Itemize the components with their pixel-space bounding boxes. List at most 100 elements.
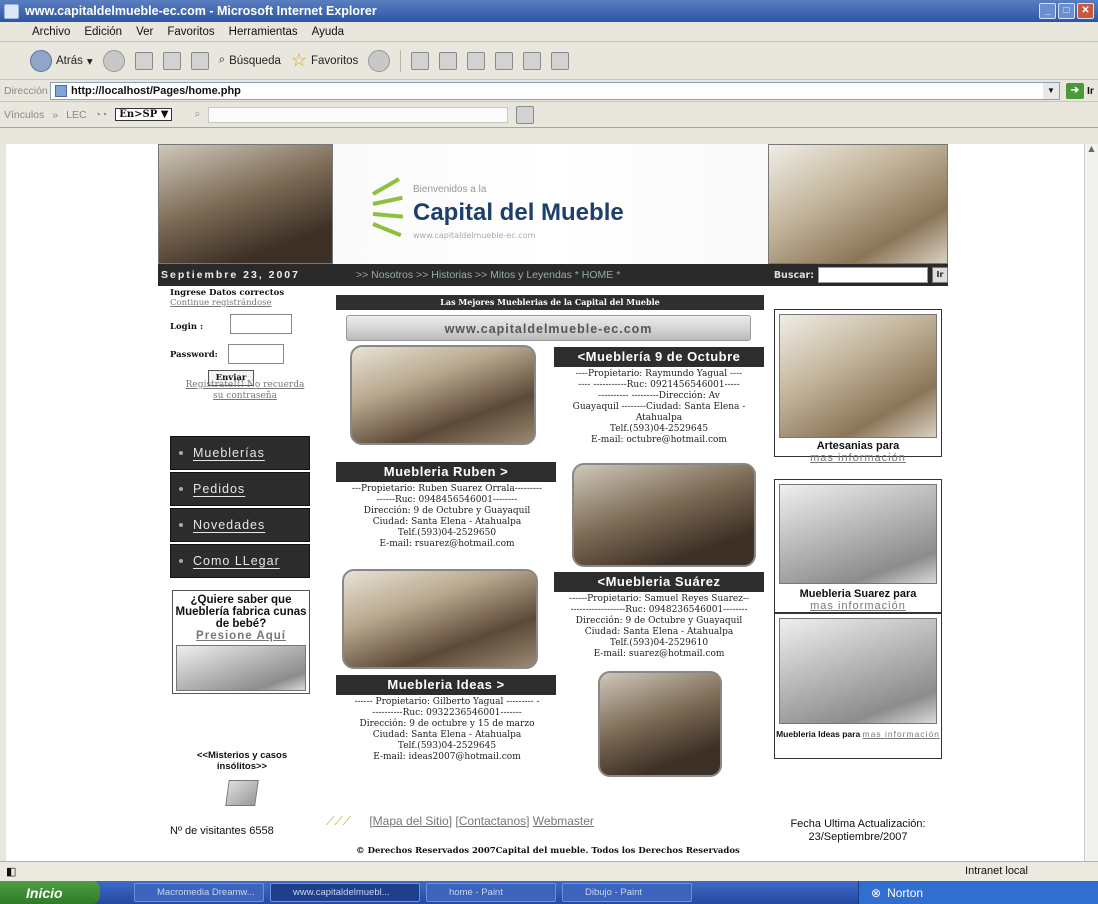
menu-archivo[interactable]: Archivo <box>32 26 70 38</box>
menu-mueblerias[interactable]: Mueblerías <box>170 436 310 470</box>
store-title-suarez[interactable]: <Muebleria Suárez <box>554 572 764 592</box>
norton-icon[interactable]: ⊗ <box>871 886 881 900</box>
system-tray: ⊗ Norton <box>858 881 1098 904</box>
site-search-input[interactable] <box>818 267 928 283</box>
promo-link[interactable]: mas información <box>810 452 906 464</box>
menu-novedades[interactable]: Novedades <box>170 508 310 542</box>
history-icon[interactable] <box>368 49 391 72</box>
login-input[interactable] <box>230 314 292 334</box>
forward-button[interactable] <box>102 49 125 72</box>
messenger-icon[interactable] <box>551 51 570 70</box>
menu-label: Pedidos <box>193 482 246 496</box>
links-chevron-icon[interactable]: » <box>52 109 58 121</box>
links-label: Vínculos <box>4 108 45 121</box>
task-paint-dibujo[interactable]: Dibujo - Paint <box>562 883 692 902</box>
site-search: Buscar: Ir <box>774 267 948 283</box>
right-column: Artesanias para mas información Muebleria… <box>774 309 944 759</box>
security-zone: Intranet local <box>965 865 1028 877</box>
menu-ver[interactable]: Ver <box>136 26 153 38</box>
info-line: Dirección: 9 de octubre y 15 de marzo <box>359 719 535 729</box>
promo-title: Muebleria Suarez para <box>799 588 917 600</box>
password-label: Password: <box>170 350 218 360</box>
promo-suarez[interactable]: Muebleria Suarez para mas información <box>774 479 942 613</box>
discuss-icon[interactable] <box>495 51 514 70</box>
misterios-box[interactable]: <<Misterios y casos insólitos>> <box>174 750 310 806</box>
toolbar-search-go-icon[interactable] <box>516 105 535 124</box>
promo-photo-ideas[interactable] <box>779 618 937 724</box>
mail-icon[interactable] <box>411 51 430 70</box>
stop-icon[interactable] <box>134 51 153 70</box>
task-dreamweaver[interactable]: Macromedia Dreamw... <box>134 883 264 902</box>
chevron-down-icon[interactable]: ▼ <box>1043 82 1059 99</box>
maximize-button[interactable]: □ <box>1058 3 1075 19</box>
task-paint-home[interactable]: home - Paint <box>426 883 556 902</box>
footer-link-webmaster[interactable]: Webmaster <box>533 814 594 828</box>
task-ie[interactable]: www.capitaldelmuebl... <box>270 883 420 902</box>
research-icon[interactable] <box>523 51 542 70</box>
info-line: ---------- ---------Dirección: Av <box>598 391 720 401</box>
store-photo-ruben[interactable] <box>572 463 756 567</box>
edit-icon[interactable] <box>467 51 486 70</box>
cunas-link[interactable]: Presione Aquí <box>173 630 309 642</box>
info-line: Ciudad: Santa Elena - Atahualpa <box>372 517 522 527</box>
store-photo-ideas[interactable] <box>598 671 722 777</box>
footer-link-contact[interactable]: Contactanos <box>459 814 526 828</box>
store-title-ruben[interactable]: Muebleria Ruben > <box>336 462 556 482</box>
promo-artesanias[interactable]: Artesanias para mas información <box>774 309 942 464</box>
translator-select[interactable]: En>SP ▼ <box>115 108 173 121</box>
store-title-octubre[interactable]: <Mueblería 9 de Octubre <box>554 347 764 367</box>
scroll-up-icon[interactable]: ▲ <box>1085 144 1098 153</box>
toolbar-search-input[interactable] <box>208 106 509 123</box>
window-title: www.capitaldelmueble-ec.com - Microsoft … <box>25 4 377 18</box>
password-input[interactable] <box>228 344 284 364</box>
search-button[interactable]: ⌕ Búsqueda <box>219 54 281 67</box>
info-line: Dirección: 9 de Octubre y Guayaquil <box>575 616 743 626</box>
continue-link[interactable]: Continue registrándose <box>170 298 320 308</box>
menu-herramientas[interactable]: Herramientas <box>229 26 298 38</box>
vertical-scrollbar[interactable]: ▲ <box>1084 144 1098 861</box>
glasses-icon: ◔◔ <box>94 108 108 121</box>
ie-icon <box>4 3 19 19</box>
menu-edicion[interactable]: Edición <box>84 26 122 38</box>
go-arrow-icon: ➔ <box>1066 82 1084 99</box>
site-logo: Bienvenidos a la Capital del Mueble www.… <box>372 174 703 244</box>
menu-favoritos[interactable]: Favoritos <box>167 26 214 38</box>
print-icon[interactable] <box>439 51 458 70</box>
favorites-button[interactable]: ☆ Favoritos <box>291 50 358 71</box>
address-label: Dirección <box>4 84 48 97</box>
menu-como-llegar[interactable]: Como LLegar <box>170 544 310 578</box>
nav-links[interactable]: >> Nosotros >> Historias >> Mitos y Leye… <box>326 269 756 281</box>
header-photo-dining <box>158 144 333 264</box>
menu-pedidos[interactable]: Pedidos <box>170 472 310 506</box>
address-input[interactable]: http://localhost/Pages/home.php ▼ <box>50 81 1060 100</box>
store-photo-suarez[interactable] <box>342 569 538 669</box>
current-date: Septiembre 23, 2007 <box>161 269 300 281</box>
nav-bar: Septiembre 23, 2007 >> Nosotros >> Histo… <box>158 264 948 286</box>
start-button[interactable]: Inicio <box>0 881 100 904</box>
register-link[interactable]: Registrate!!! No recuerda su contraseña <box>180 380 310 402</box>
promo-link[interactable]: mas información <box>810 600 906 612</box>
promo-photo-artesanias[interactable] <box>779 314 937 438</box>
refresh-icon[interactable] <box>162 51 181 70</box>
minimize-button[interactable]: _ <box>1039 3 1056 19</box>
close-button[interactable]: ✕ <box>1077 3 1094 19</box>
promo-ideas[interactable]: Muebleria Ideas para mas información <box>774 613 942 759</box>
promo-photo-suarez[interactable] <box>779 484 937 584</box>
crib-photo[interactable] <box>176 645 306 691</box>
store-title-ideas[interactable]: Muebleria Ideas > <box>336 675 556 695</box>
search-icon[interactable]: ⌕ <box>194 108 200 121</box>
norton-label[interactable]: Norton <box>887 886 923 900</box>
misterios-link[interactable]: <<Misterios y casos insólitos>> <box>197 750 287 772</box>
back-button[interactable]: Atrás ▾ <box>30 49 93 72</box>
home-icon[interactable] <box>190 51 209 70</box>
links-item[interactable]: LEC <box>66 109 86 121</box>
promo-link[interactable]: mas información <box>863 729 940 739</box>
star-icon: ☆ <box>290 50 308 70</box>
menu-ayuda[interactable]: Ayuda <box>312 26 344 38</box>
site-search-button[interactable]: Ir <box>932 267 948 283</box>
store-photo-octubre[interactable] <box>350 345 536 445</box>
promo-caption-artesanias: Artesanias para mas información <box>775 440 941 464</box>
go-button[interactable]: ➔ Ir <box>1066 82 1094 99</box>
center-title: Las Mejores Mueblerias de la Capital del… <box>336 295 764 310</box>
footer-link-sitemap[interactable]: Mapa del Sitio <box>373 814 449 828</box>
